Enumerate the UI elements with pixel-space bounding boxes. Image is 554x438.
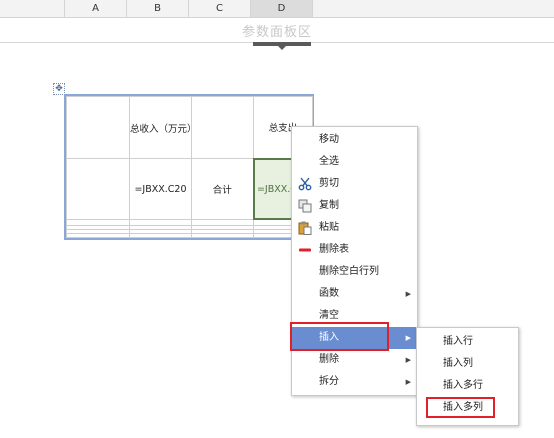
menu-item-delete-blank-rows-cols[interactable]: 删除空白行列	[292, 261, 417, 283]
table-cell[interactable]	[191, 232, 254, 239]
copy-icon	[298, 199, 312, 213]
menu-item-copy[interactable]: 复制	[292, 195, 417, 217]
column-header-b[interactable]: B	[127, 0, 189, 17]
submenu-item-insert-multiple-rows[interactable]: 插入多行	[417, 375, 518, 397]
data-table[interactable]: 总收入（万元） 总支出 =JBXX.C20 合计 =JBXX.C20	[64, 94, 314, 240]
menu-item-label: 函数	[319, 288, 339, 299]
menu-item-function[interactable]: 函数 ▶	[292, 283, 417, 305]
parameter-panel-title: 参数面板区	[241, 25, 312, 40]
menu-item-label: 剪切	[319, 178, 339, 189]
submenu-item-label: 插入行	[443, 336, 473, 347]
menu-item-label: 拆分	[319, 376, 339, 387]
column-header-a[interactable]: A	[65, 0, 127, 17]
table-cell[interactable]	[66, 232, 130, 239]
menu-item-label: 粘贴	[319, 222, 339, 233]
table-row	[66, 232, 313, 239]
submenu-arrow-icon: ▶	[405, 378, 411, 386]
menu-item-label: 删除表	[319, 244, 349, 255]
table-row: =JBXX.C20 合计 =JBXX.C20	[66, 157, 314, 221]
table-cell[interactable]: 合计	[191, 158, 254, 220]
column-header-empty[interactable]	[313, 0, 554, 17]
menu-item-label: 复制	[319, 200, 339, 211]
submenu-arrow-icon: ▶	[405, 356, 411, 364]
submenu-item-label: 插入列	[443, 358, 473, 369]
table-cell[interactable]	[191, 95, 254, 160]
submenu-item-insert-column[interactable]: 插入列	[417, 353, 518, 375]
menu-item-label: 移动	[319, 134, 339, 145]
column-header-bar: A B C D	[0, 0, 554, 18]
scissors-icon	[298, 177, 312, 191]
table-cell[interactable]: 总收入（万元）	[129, 95, 192, 160]
parameter-panel-bar[interactable]: 参数面板区	[0, 18, 554, 43]
menu-item-split[interactable]: 拆分 ▶	[292, 371, 417, 393]
column-header-d[interactable]: D	[251, 0, 313, 17]
table-row: 总收入（万元） 总支出	[66, 95, 313, 160]
context-menu: 移动 全选 剪切 复制 粘贴 删除表 删除空白行列 函数 ▶ 清空 插入 ▶ 删…	[291, 126, 418, 396]
delete-table-icon	[298, 243, 312, 257]
row-header-corner[interactable]	[0, 0, 65, 17]
menu-item-move[interactable]: 移动	[292, 129, 417, 151]
menu-item-delete[interactable]: 删除 ▶	[292, 349, 417, 371]
menu-item-delete-table[interactable]: 删除表	[292, 239, 417, 261]
annotation-highlight-insert-multiple-columns	[426, 397, 495, 418]
paste-icon	[298, 221, 312, 235]
menu-item-label: 全选	[319, 156, 339, 167]
submenu-item-label: 插入多行	[443, 380, 483, 391]
table-cell[interactable]: =JBXX.C20	[129, 158, 192, 220]
table-cell[interactable]	[66, 158, 130, 220]
submenu-arrow-icon: ▶	[405, 334, 411, 342]
submenu-arrow-icon: ▶	[405, 290, 411, 298]
menu-item-select-all[interactable]: 全选	[292, 151, 417, 173]
table-cell[interactable]	[66, 95, 130, 160]
collapse-arrow-icon[interactable]	[278, 46, 286, 50]
menu-item-paste[interactable]: 粘贴	[292, 217, 417, 239]
menu-item-cut[interactable]: 剪切	[292, 173, 417, 195]
menu-item-label: 删除	[319, 354, 339, 365]
menu-item-label: 删除空白行列	[319, 266, 379, 277]
annotation-highlight-insert	[290, 322, 389, 351]
table-cell[interactable]	[129, 232, 192, 239]
submenu-item-insert-row[interactable]: 插入行	[417, 331, 518, 353]
column-header-c[interactable]: C	[189, 0, 251, 17]
